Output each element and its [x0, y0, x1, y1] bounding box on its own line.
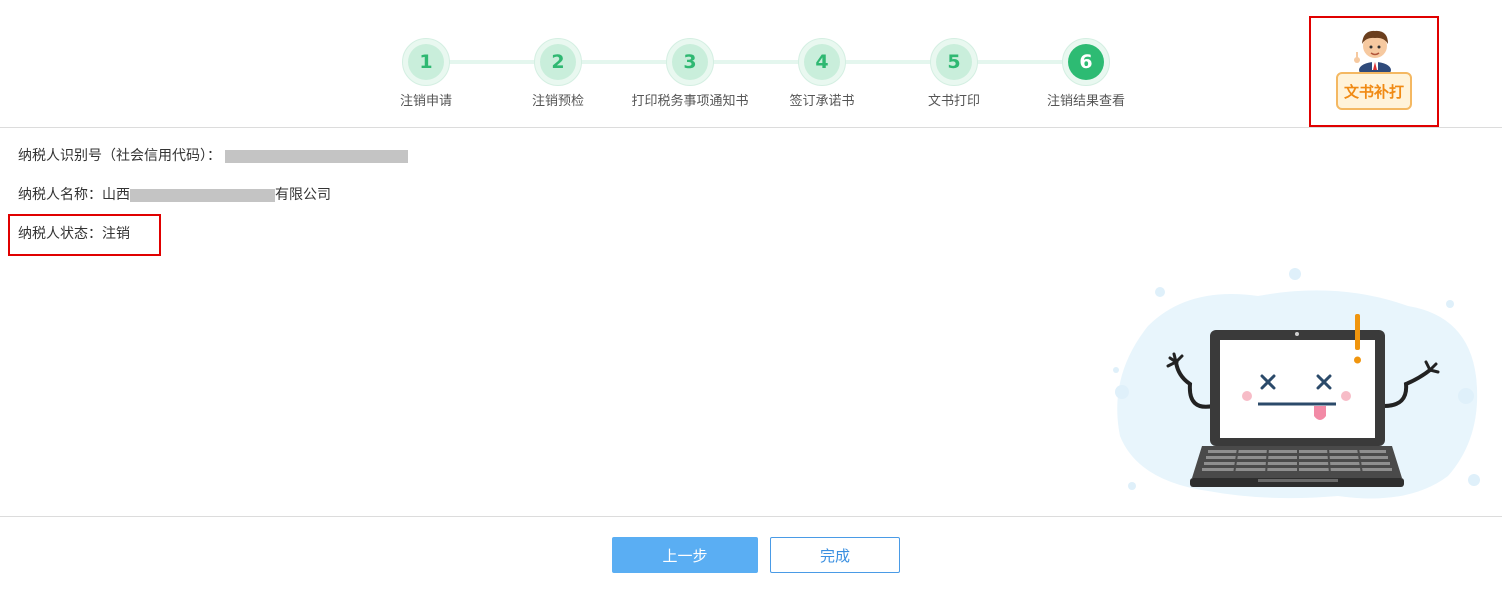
step-4: 4 签订承诺书 — [752, 38, 892, 109]
taxpayer-id-row: 纳税人识别号（社会信用代码）： — [18, 146, 409, 166]
previous-step-button[interactable]: 上一步 — [612, 537, 758, 573]
step-3-label: 打印税务事项通知书 — [631, 94, 749, 109]
step-3: 3 打印税务事项通知书 — [620, 38, 760, 109]
taxpayer-id-redacted — [225, 149, 409, 163]
step-5-label: 文书打印 — [927, 94, 980, 109]
broken-laptop-illustration — [1113, 268, 1480, 499]
step-2: 2 注销预检 — [488, 38, 628, 109]
step-5-number: 5 — [936, 44, 972, 80]
taxpayer-name-redacted — [130, 188, 275, 202]
step-6: 6 注销结果查看 — [1016, 38, 1156, 109]
taxpayer-name-row: 纳税人名称：山西 有限公司 — [18, 185, 331, 205]
step-1-circle: 1 — [402, 38, 450, 86]
step-2-label: 注销预检 — [531, 94, 584, 109]
finish-button[interactable]: 完成 — [770, 537, 900, 573]
taxpayer-name-label: 纳税人名称： — [18, 187, 102, 203]
step-4-circle: 4 — [798, 38, 846, 86]
step-6-number: 6 — [1068, 44, 1104, 80]
footer-divider — [0, 516, 1502, 517]
taxpayer-status-row: 纳税人状态：注销 — [18, 224, 130, 244]
taxpayer-name-suffix: 有限公司 — [275, 187, 331, 203]
taxpayer-name-prefix: 山西 — [102, 187, 130, 203]
taxpayer-status-value: 注销 — [102, 226, 130, 242]
step-6-label: 注销结果查看 — [1046, 94, 1125, 109]
document-reprint-label: 文书补打 — [1336, 72, 1412, 110]
step-4-label: 签订承诺书 — [789, 94, 855, 109]
step-1: 1 注销申请 — [356, 38, 496, 109]
step-1-label: 注销申请 — [399, 94, 452, 109]
step-5: 5 文书打印 — [884, 38, 1024, 109]
taxpayer-status-label: 纳税人状态： — [18, 226, 102, 242]
step-2-number: 2 — [540, 44, 576, 80]
step-3-circle: 3 — [666, 38, 714, 86]
step-1-number: 1 — [408, 44, 444, 80]
clerk-avatar-icon — [1354, 30, 1391, 74]
step-2-circle: 2 — [534, 38, 582, 86]
step-6-circle: 6 — [1062, 38, 1110, 86]
step-5-circle: 5 — [930, 38, 978, 86]
progress-stepper: 1 注销申请 2 注销预检 3 打印税务事项通知书 4 签订承诺书 5 文书打印… — [0, 0, 1502, 128]
step-3-number: 3 — [672, 44, 708, 80]
step-4-number: 4 — [804, 44, 840, 80]
taxpayer-id-label: 纳税人识别号（社会信用代码）： — [18, 148, 221, 164]
document-reprint-button[interactable]: 文书补打 — [1309, 16, 1439, 127]
